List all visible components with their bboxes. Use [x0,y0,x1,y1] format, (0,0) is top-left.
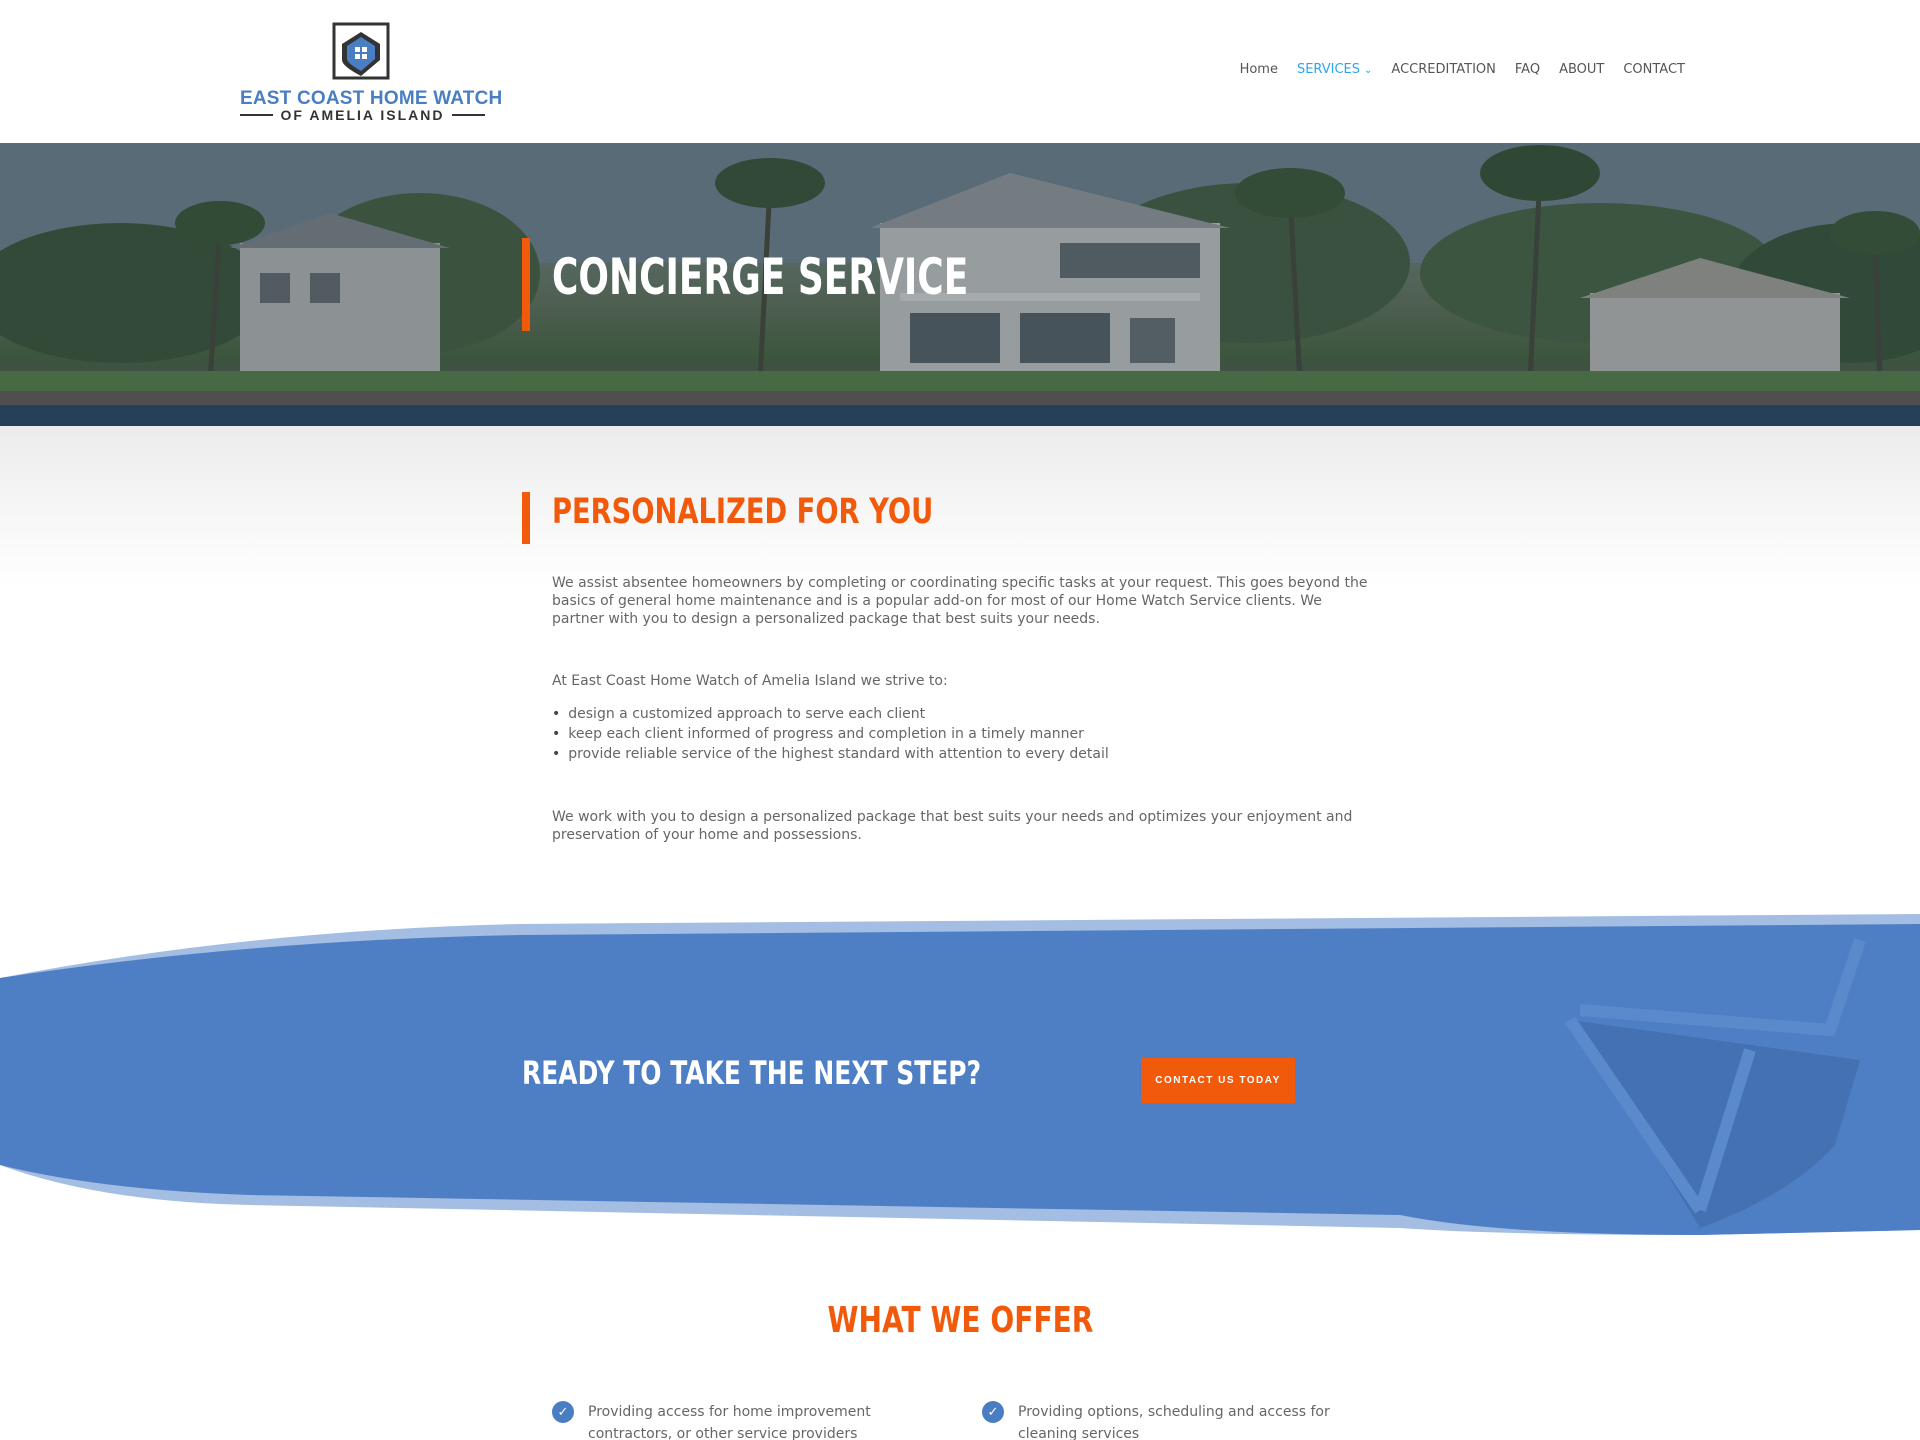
nav-services[interactable]: SERVICES ⌄ [1297,62,1372,77]
closing-paragraph: We work with you to design a personalize… [552,809,1353,843]
content-shadow [0,426,1920,586]
section-accent-bar [522,492,530,544]
nav-contact[interactable]: CONTACT [1623,62,1685,77]
nav-services-label: SERVICES [1296,62,1361,77]
check-circle-icon: ✓ [552,1401,574,1423]
nav-home[interactable]: Home [1240,62,1278,77]
strive-lead: At East Coast Home Watch of Amelia Islan… [552,673,948,689]
check-circle-icon: ✓ [982,1401,1004,1423]
main-nav: Home SERVICES ⌄ ACCREDITATION FAQ ABOUT C… [1240,62,1685,77]
strive-list: design a customized approach to serve ea… [552,704,1109,764]
nav-accreditation[interactable]: ACCREDITATION [1391,62,1495,77]
site-header: EAST COAST HOME WATCH OF AMELIA ISLAND H… [0,0,1920,143]
list-item: provide reliable service of the highest … [552,744,1109,764]
list-item: keep each client informed of progress an… [552,724,1109,744]
offer-heading: WHAT WE OFFER [0,1300,1920,1341]
logo-dash-right [452,114,485,116]
list-item: ✓ Providing access for home improvement … [552,1401,942,1440]
cta-heading: READY TO TAKE THE NEXT STEP? [522,1054,982,1092]
section-heading: PERSONALIZED FOR YOU [552,492,934,532]
logo-dash-left [240,114,273,116]
offer-item-text: Providing access for home improvement co… [588,1404,871,1440]
list-item: design a customized approach to serve ea… [552,704,1109,724]
nav-faq[interactable]: FAQ [1515,62,1540,77]
offer-item-text: Providing options, scheduling and access… [1018,1404,1330,1440]
list-item: ✓ Providing options, scheduling and acce… [982,1401,1372,1440]
house-shield-icon [332,22,390,80]
logo-subtitle-text: OF AMELIA ISLAND [280,107,445,123]
hero-accent-bar [522,238,530,331]
offer-heading-text: WHAT WE OFFER [827,1300,1093,1341]
intro-paragraph: We assist absentee homeowners by complet… [552,575,1368,627]
site-logo[interactable]: EAST COAST HOME WATCH OF AMELIA ISLAND [240,20,502,126]
logo-subtitle: OF AMELIA ISLAND [240,106,485,124]
contact-us-button[interactable]: CONTACT US TODAY [1141,1058,1295,1103]
nav-about[interactable]: ABOUT [1559,62,1604,77]
page-title: CONCIERGE SERVICE [552,248,969,306]
hero-banner: CONCIERGE SERVICE [0,143,1920,426]
chevron-down-icon: ⌄ [1364,65,1373,76]
